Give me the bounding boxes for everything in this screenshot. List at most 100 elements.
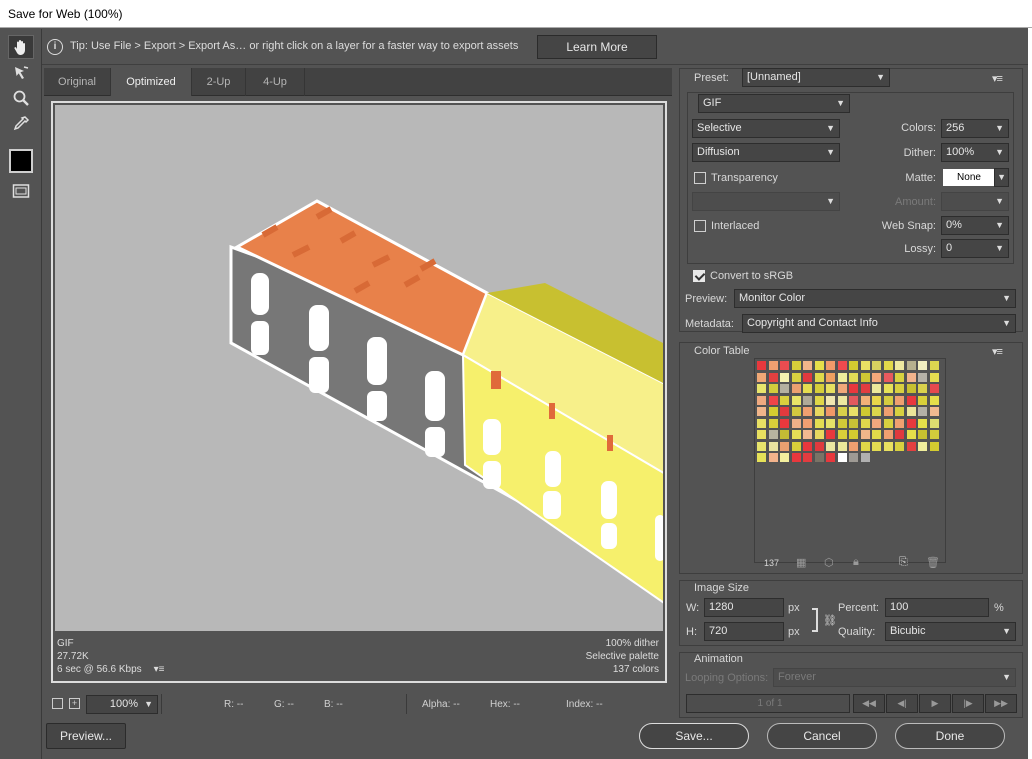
matte-color-swatch[interactable]: None (943, 169, 995, 186)
color-swatch[interactable] (894, 360, 905, 371)
color-swatch[interactable] (894, 383, 905, 394)
color-swatch[interactable] (767, 429, 779, 440)
convert-srgb-checkbox[interactable] (693, 270, 705, 282)
color-swatch[interactable] (836, 371, 848, 383)
color-swatch[interactable] (871, 417, 882, 429)
color-swatch[interactable] (871, 394, 882, 406)
color-swatch[interactable] (813, 429, 825, 440)
preset-select[interactable]: [Unnamed] ▼ (742, 68, 890, 87)
color-swatch[interactable] (767, 371, 779, 383)
color-swatch[interactable] (836, 440, 848, 452)
color-swatch[interactable] (859, 394, 871, 406)
color-swatch[interactable] (871, 371, 882, 383)
color-swatch[interactable] (790, 383, 802, 394)
zoom-level-select[interactable]: 100% ▼ (86, 695, 158, 714)
cancel-button[interactable]: Cancel (767, 723, 877, 749)
optimize-menu-icon[interactable]: ▾≡ (992, 72, 1003, 85)
color-swatch[interactable] (767, 440, 779, 452)
color-swatch[interactable] (767, 417, 779, 429)
color-swatch[interactable] (917, 440, 928, 452)
color-swatch[interactable] (756, 360, 767, 371)
first-frame-button[interactable]: ◀◀ (853, 694, 885, 713)
slice-select-icon[interactable] (8, 61, 34, 85)
color-swatch[interactable] (779, 417, 790, 429)
color-swatch[interactable] (825, 394, 836, 406)
color-swatch[interactable] (848, 383, 859, 394)
color-swatch[interactable] (779, 452, 790, 463)
tab-original[interactable]: Original (44, 68, 111, 96)
color-swatch[interactable] (779, 383, 790, 394)
color-swatch[interactable] (825, 383, 836, 394)
color-swatch[interactable] (802, 394, 813, 406)
color-swatch[interactable] (756, 429, 767, 440)
interlaced-checkbox[interactable] (694, 220, 706, 232)
color-swatch[interactable] (779, 360, 790, 371)
color-swatch[interactable] (756, 406, 767, 417)
done-button[interactable]: Done (895, 723, 1005, 749)
color-swatch[interactable] (813, 371, 825, 383)
toggle-slices-icon[interactable] (8, 179, 34, 203)
next-frame-button[interactable]: |▶ (952, 694, 984, 713)
color-swatch[interactable] (813, 394, 825, 406)
color-swatch[interactable] (894, 429, 905, 440)
color-swatch[interactable] (790, 440, 802, 452)
color-swatch[interactable] (779, 429, 790, 440)
tab-optimized[interactable]: Optimized (111, 68, 192, 96)
color-swatch[interactable] (848, 406, 859, 417)
hand-icon[interactable] (8, 35, 34, 59)
color-swatch[interactable] (905, 371, 917, 383)
trash-icon[interactable]: 🗑︎ (926, 556, 940, 569)
color-swatch[interactable] (802, 417, 813, 429)
zoom-icon[interactable] (8, 86, 34, 110)
color-swatch[interactable] (848, 429, 859, 440)
color-swatch[interactable] (894, 394, 905, 406)
color-swatch[interactable] (836, 429, 848, 440)
color-table-grid[interactable] (754, 358, 946, 563)
quality-select[interactable]: Bicubic ▼ (885, 622, 1016, 641)
color-swatch[interactable] (859, 360, 871, 371)
color-swatch[interactable] (802, 440, 813, 452)
color-swatch[interactable] (779, 371, 790, 383)
color-swatch[interactable] (848, 417, 859, 429)
color-swatch[interactable] (802, 406, 813, 417)
web-shift-icon[interactable]: ⬡ (824, 556, 834, 569)
color-swatch[interactable] (928, 394, 940, 406)
color-swatch[interactable] (790, 360, 802, 371)
color-swatch[interactable] (905, 360, 917, 371)
color-swatch[interactable] (836, 452, 848, 463)
learn-more-button[interactable]: Learn More (537, 35, 657, 59)
color-swatch[interactable] (894, 406, 905, 417)
color-swatch[interactable] (917, 394, 928, 406)
color-swatch[interactable] (790, 429, 802, 440)
color-swatch[interactable] (790, 394, 802, 406)
color-swatch[interactable] (767, 452, 779, 463)
zoom-out-button[interactable] (52, 698, 63, 709)
color-swatch[interactable] (790, 452, 802, 463)
color-swatch[interactable] (813, 406, 825, 417)
tab-4-up[interactable]: 4-Up (246, 68, 305, 96)
color-swatch[interactable] (859, 383, 871, 394)
color-swatch[interactable] (917, 406, 928, 417)
color-swatch[interactable] (756, 371, 767, 383)
color-swatch[interactable] (905, 406, 917, 417)
color-swatch[interactable] (905, 429, 917, 440)
color-swatch[interactable] (894, 417, 905, 429)
color-swatch[interactable] (756, 452, 767, 463)
color-swatch[interactable] (813, 452, 825, 463)
color-swatch[interactable] (928, 360, 940, 371)
color-swatch[interactable] (848, 360, 859, 371)
color-swatch[interactable] (825, 406, 836, 417)
tab-2-up[interactable]: 2-Up (192, 68, 246, 96)
map-transparent-icon[interactable]: ▦ (796, 556, 806, 569)
color-reduction-select[interactable]: Selective ▼ (692, 119, 840, 138)
color-swatch[interactable] (917, 383, 928, 394)
color-swatch[interactable] (836, 417, 848, 429)
color-swatch[interactable] (756, 383, 767, 394)
new-color-icon[interactable]: ⎘ (899, 556, 908, 569)
lossy-select[interactable]: 0 ▼ (941, 239, 1009, 258)
color-swatch[interactable] (871, 440, 882, 452)
dither-algorithm-select[interactable]: Diffusion ▼ (692, 143, 840, 162)
colors-select[interactable]: 256 ▼ (941, 119, 1009, 138)
color-swatch[interactable] (871, 383, 882, 394)
color-swatch[interactable] (813, 440, 825, 452)
